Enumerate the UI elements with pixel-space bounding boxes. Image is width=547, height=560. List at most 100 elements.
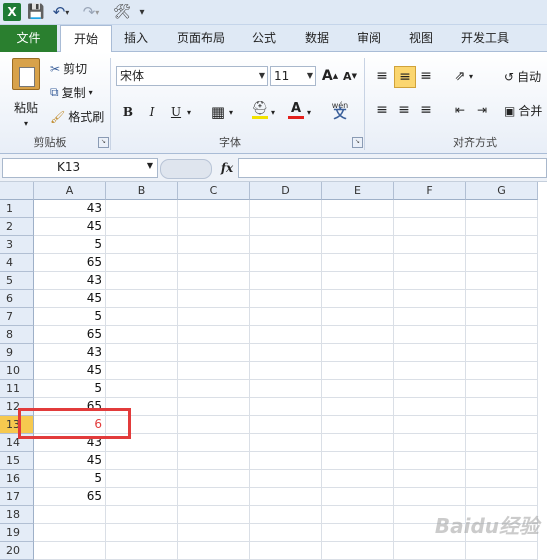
cell-b9[interactable]	[106, 344, 178, 362]
cell-d12[interactable]	[250, 398, 322, 416]
font-color-dropdown-icon[interactable]: ▾	[304, 102, 314, 122]
cell-b1[interactable]	[106, 200, 178, 218]
cell-a6[interactable]: 45	[34, 290, 106, 308]
cell-b16[interactable]	[106, 470, 178, 488]
align-left-icon[interactable]: ≡	[372, 100, 392, 120]
underline-button[interactable]: U	[166, 102, 186, 122]
cell-c13[interactable]	[178, 416, 250, 434]
cell-e10[interactable]	[322, 362, 394, 380]
cell-e12[interactable]	[322, 398, 394, 416]
decrease-indent-icon[interactable]: ⇤	[450, 100, 470, 120]
formula-input[interactable]	[238, 158, 547, 178]
cell-a11[interactable]: 5	[34, 380, 106, 398]
cell-g16[interactable]	[466, 470, 538, 488]
cell-f5[interactable]	[394, 272, 466, 290]
paste-button[interactable]: 粘贴 ▾	[6, 58, 46, 130]
chevron-down-icon[interactable]: ▼	[147, 161, 153, 170]
cell-d8[interactable]	[250, 326, 322, 344]
cell-b19[interactable]	[106, 524, 178, 542]
align-center-icon[interactable]: ≡	[394, 100, 414, 120]
cell-c15[interactable]	[178, 452, 250, 470]
column-header-a[interactable]: A	[34, 182, 106, 200]
row-header[interactable]: 10	[0, 362, 34, 380]
cell-f16[interactable]	[394, 470, 466, 488]
cell-f13[interactable]	[394, 416, 466, 434]
row-header[interactable]: 18	[0, 506, 34, 524]
align-top-icon[interactable]: ≡	[372, 66, 392, 86]
cell-a8[interactable]: 65	[34, 326, 106, 344]
shrink-font-button[interactable]: A ▼	[340, 66, 360, 86]
row-header[interactable]: 5	[0, 272, 34, 290]
cell-g14[interactable]	[466, 434, 538, 452]
row-header[interactable]: 11	[0, 380, 34, 398]
cell-d17[interactable]	[250, 488, 322, 506]
cell-g4[interactable]	[466, 254, 538, 272]
cell-f2[interactable]	[394, 218, 466, 236]
cell-e7[interactable]	[322, 308, 394, 326]
cell-f8[interactable]	[394, 326, 466, 344]
cell-a5[interactable]: 43	[34, 272, 106, 290]
cell-g11[interactable]	[466, 380, 538, 398]
cell-d10[interactable]	[250, 362, 322, 380]
cell-a7[interactable]: 5	[34, 308, 106, 326]
cell-a9[interactable]: 43	[34, 344, 106, 362]
italic-button[interactable]: I	[142, 102, 162, 122]
cell-c4[interactable]	[178, 254, 250, 272]
row-header[interactable]: 2	[0, 218, 34, 236]
cell-c8[interactable]	[178, 326, 250, 344]
cell-f15[interactable]	[394, 452, 466, 470]
cell-g5[interactable]	[466, 272, 538, 290]
cell-g15[interactable]	[466, 452, 538, 470]
redo-icon[interactable]: ↷ ▾	[80, 3, 102, 21]
tab-page-layout[interactable]: 页面布局	[168, 25, 234, 52]
select-all-corner[interactable]	[0, 182, 34, 200]
cell-g17[interactable]	[466, 488, 538, 506]
cell-c3[interactable]	[178, 236, 250, 254]
copy-button[interactable]: ⧉ 复制 ▾	[50, 84, 93, 101]
cell-f7[interactable]	[394, 308, 466, 326]
cell-g12[interactable]	[466, 398, 538, 416]
tab-review[interactable]: 审阅	[348, 25, 390, 52]
cell-f14[interactable]	[394, 434, 466, 452]
tab-data[interactable]: 数据	[296, 25, 338, 52]
tab-file[interactable]: 文件	[0, 25, 57, 52]
cell-b6[interactable]	[106, 290, 178, 308]
cell-b2[interactable]	[106, 218, 178, 236]
phonetic-guide-button[interactable]: wén 文	[328, 100, 352, 121]
align-bottom-icon[interactable]: ≡	[416, 66, 436, 86]
cell-d4[interactable]	[250, 254, 322, 272]
undo-icon[interactable]: ↶ ▾	[50, 3, 72, 21]
cell-e3[interactable]	[322, 236, 394, 254]
cell-g13[interactable]	[466, 416, 538, 434]
cell-d1[interactable]	[250, 200, 322, 218]
row-header[interactable]: 1	[0, 200, 34, 218]
row-header[interactable]: 6	[0, 290, 34, 308]
fill-color-button[interactable]: ⛑	[250, 100, 270, 120]
tab-formulas[interactable]: 公式	[244, 25, 284, 52]
cell-d7[interactable]	[250, 308, 322, 326]
font-color-button[interactable]: A	[286, 100, 306, 120]
cell-d15[interactable]	[250, 452, 322, 470]
cell-g7[interactable]	[466, 308, 538, 326]
cell-e17[interactable]	[322, 488, 394, 506]
cell-a3[interactable]: 5	[34, 236, 106, 254]
cell-b17[interactable]	[106, 488, 178, 506]
cell-e13[interactable]	[322, 416, 394, 434]
grow-font-button[interactable]: A ▲	[320, 66, 340, 86]
increase-indent-icon[interactable]: ⇥	[472, 100, 492, 120]
insert-function-icon[interactable]: fx	[216, 158, 238, 178]
border-dropdown-icon[interactable]: ▾	[226, 102, 236, 122]
cell-e2[interactable]	[322, 218, 394, 236]
cell-a19[interactable]	[34, 524, 106, 542]
align-right-icon[interactable]: ≡	[416, 100, 436, 120]
copy-dropdown-icon[interactable]: ▾	[89, 88, 93, 97]
cell-c2[interactable]	[178, 218, 250, 236]
row-header[interactable]: 8	[0, 326, 34, 344]
cut-button[interactable]: ✂ 剪切	[50, 60, 87, 77]
row-header[interactable]: 16	[0, 470, 34, 488]
cell-e5[interactable]	[322, 272, 394, 290]
cell-f1[interactable]	[394, 200, 466, 218]
bold-button[interactable]: B	[118, 102, 138, 122]
cell-e18[interactable]	[322, 506, 394, 524]
cell-a16[interactable]: 5	[34, 470, 106, 488]
